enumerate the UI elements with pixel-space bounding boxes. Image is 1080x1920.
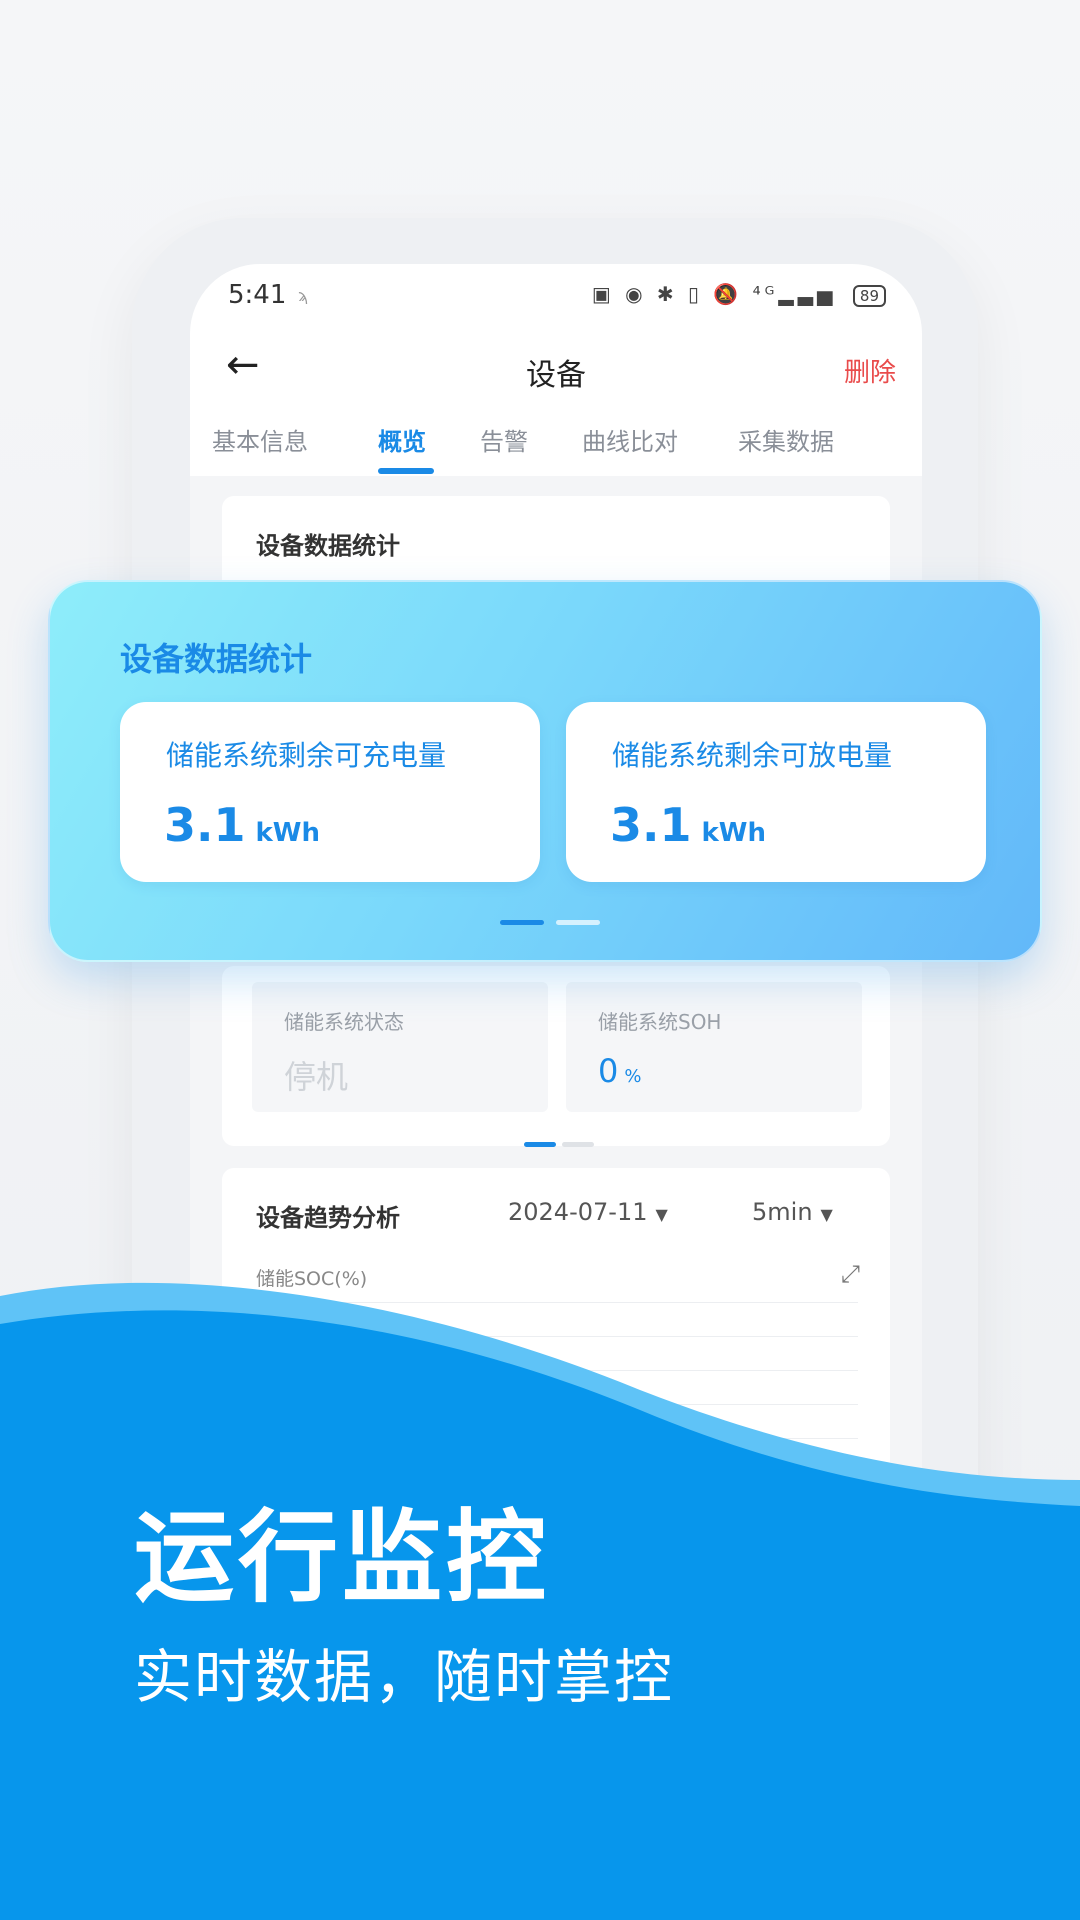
stat-box-chargeable[interactable]: 储能系统剩余可充电量 3.1 kWh — [120, 702, 540, 882]
highlight-card-title: 设备数据统计 — [120, 640, 313, 678]
tab-basic-info[interactable]: 基本信息 — [212, 422, 308, 457]
stat-tile-soh[interactable]: 储能系统SOH 0% — [566, 982, 862, 1112]
stats-card-lower: 储能系统状态 停机 储能系统SOH 0% — [222, 966, 890, 1147]
stat-box-dischargeable[interactable]: 储能系统剩余可放电量 3.1 kWh — [566, 702, 986, 882]
highlight-card: 设备数据统计 储能系统剩余可充电量 3.1 kWh 储能系统剩余可放电量 3.1 k… — [48, 580, 1042, 962]
trend-card-title: 设备趋势分析 — [256, 1204, 400, 1232]
stat-box-value: 3.1 kWh — [164, 798, 320, 852]
carousel-dot-active — [524, 1142, 556, 1147]
stat-tile-status[interactable]: 储能系统状态 停机 — [252, 982, 548, 1112]
stat-tile-label: 储能系统SOH — [598, 1010, 722, 1034]
stat-box-value: 3.1 kWh — [610, 798, 766, 852]
tab-alarm[interactable]: 告警 — [480, 422, 528, 457]
carousel-indicator — [524, 1132, 600, 1151]
stat-tile-value: 停机 — [284, 1058, 349, 1096]
hero-title: 运行监控 — [134, 1499, 550, 1616]
notification-icon: ϡ — [298, 286, 309, 305]
stat-tile-label: 储能系统状态 — [284, 1010, 404, 1034]
carousel-indicator — [500, 910, 612, 929]
hero-subtitle: 实时数据，随时掌控 — [134, 1643, 675, 1711]
tab-curve-compare[interactable]: 曲线比对 — [582, 422, 678, 457]
battery-icon: 89 — [852, 284, 886, 307]
date-selector[interactable]: 2024-07-11 ▼ — [508, 1198, 668, 1226]
tab-active-indicator — [378, 468, 434, 474]
caret-down-icon: ▼ — [655, 1205, 668, 1224]
tab-bar: 基本信息 概览 告警 曲线比对 采集数据 — [190, 410, 922, 476]
tab-overview[interactable]: 概览 — [378, 422, 426, 457]
caret-down-icon: ▼ — [820, 1205, 833, 1224]
status-icons: ▣ ◉ ✱ ▯ 🔕 ⁴ᴳ▂▃▅ 89 — [592, 282, 886, 307]
carousel-dot — [556, 920, 600, 925]
interval-selector[interactable]: 5min ▼ — [752, 1198, 833, 1226]
status-time: 5:41 — [228, 280, 287, 310]
stat-tile-value: 0% — [598, 1052, 642, 1090]
stat-box-label: 储能系统剩余可放电量 — [612, 739, 893, 772]
stat-box-label: 储能系统剩余可充电量 — [166, 739, 447, 772]
status-bar: 5:41 ϡ ▣ ◉ ✱ ▯ 🔕 ⁴ᴳ▂▃▅ 89 — [190, 264, 922, 328]
system-status-icons: ▣ ◉ ✱ ▯ 🔕 ⁴ᴳ▂▃▅ — [591, 282, 837, 306]
delete-button[interactable]: 删除 — [844, 352, 896, 389]
page-title: 设备 — [526, 358, 586, 393]
stats-card-title: 设备数据统计 — [256, 532, 400, 560]
nav-bar: ← 设备 删除 — [190, 328, 922, 410]
carousel-dot — [562, 1142, 594, 1147]
tab-collected-data[interactable]: 采集数据 — [738, 422, 834, 457]
carousel-dot-active — [500, 920, 544, 925]
